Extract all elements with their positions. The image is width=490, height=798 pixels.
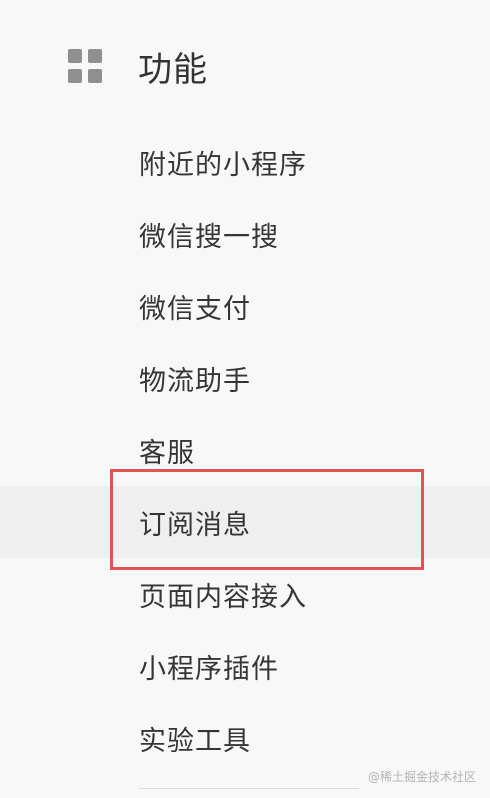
menu-item-wechat-search[interactable]: 微信搜一搜 xyxy=(0,198,490,270)
grid-icon xyxy=(68,49,102,83)
function-menu: 附近的小程序 微信搜一搜 微信支付 物流助手 客服 订阅消息 页面内容接入 小程… xyxy=(0,126,490,774)
menu-item-wechat-pay[interactable]: 微信支付 xyxy=(0,270,490,342)
menu-item-page-content-access[interactable]: 页面内容接入 xyxy=(0,558,490,630)
menu-item-nearby-miniprogram[interactable]: 附近的小程序 xyxy=(0,126,490,198)
section-header: 功能 xyxy=(68,40,208,92)
menu-item-subscribe-message[interactable]: 订阅消息 xyxy=(0,486,490,558)
menu-item-logistics-assistant[interactable]: 物流助手 xyxy=(0,342,490,414)
divider xyxy=(139,788,359,789)
watermark: @稀土掘金技术社区 xyxy=(367,770,476,784)
menu-item-experiment-tools[interactable]: 实验工具 xyxy=(0,702,490,774)
menu-item-customer-service[interactable]: 客服 xyxy=(0,414,490,486)
section-title: 功能 xyxy=(138,49,208,90)
menu-item-miniprogram-plugin[interactable]: 小程序插件 xyxy=(0,630,490,702)
